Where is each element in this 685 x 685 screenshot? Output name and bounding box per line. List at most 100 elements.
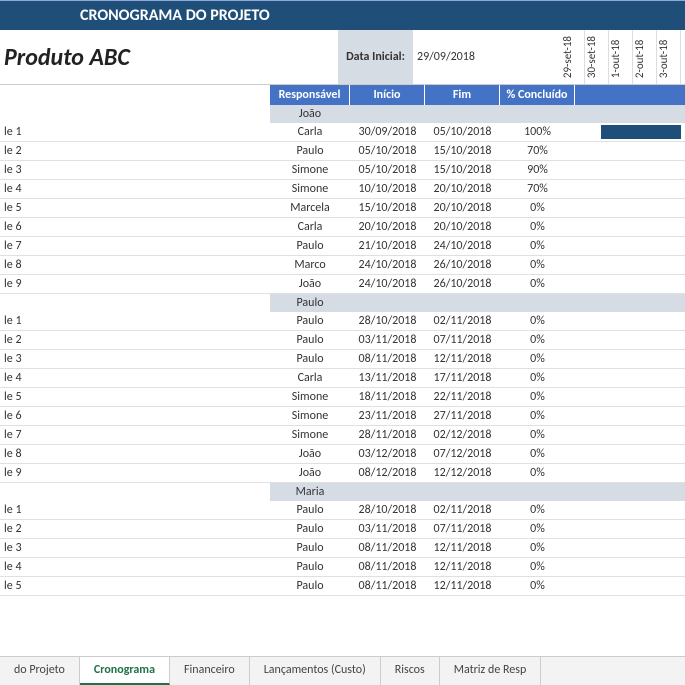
sheet-tab[interactable]: Financeiro <box>170 657 250 685</box>
table-row[interactable]: le 2Paulo03/11/201807/11/20180% <box>0 331 685 350</box>
sheet-tab[interactable]: Cronograma <box>80 657 170 685</box>
cell-pct: 0% <box>500 238 575 254</box>
cell-end: 12/11/2018 <box>425 351 500 367</box>
table-row[interactable]: le 8João03/12/201807/12/20180% <box>0 445 685 464</box>
cell-resp: Paulo <box>270 313 350 329</box>
cell-pct: 70% <box>500 143 575 159</box>
cell-resp: João <box>270 276 350 292</box>
cell-pct: 0% <box>500 389 575 405</box>
table-row[interactable]: le 7Simone28/11/201802/12/20180% <box>0 426 685 445</box>
cell-end: 20/10/2018 <box>425 200 500 216</box>
group-owner: João <box>270 105 350 123</box>
gantt-date: 29-set-18 <box>561 30 585 84</box>
header-responsavel: Responsável <box>270 85 350 105</box>
header-inicio: Início <box>350 85 425 105</box>
group-row: Paulo <box>0 294 685 312</box>
cell-start: 30/09/2018 <box>350 124 425 140</box>
table-row[interactable]: le 3Paulo08/11/201812/11/20180% <box>0 539 685 558</box>
cell-start: 03/11/2018 <box>350 521 425 537</box>
cell-resp: Paulo <box>270 332 350 348</box>
cell-end: 20/10/2018 <box>425 181 500 197</box>
cell-start: 10/10/2018 <box>350 181 425 197</box>
cell-resp: Marcela <box>270 200 350 216</box>
cell-resp: Carla <box>270 219 350 235</box>
table-row[interactable]: le 2Paulo05/10/201815/10/201870% <box>0 142 685 161</box>
table-row[interactable]: le 1Carla30/09/201805/10/2018100% <box>0 123 685 142</box>
table-row[interactable]: le 9João08/12/201812/12/20180% <box>0 464 685 483</box>
group-owner: Maria <box>270 483 350 501</box>
table-row[interactable]: le 7Paulo21/10/201824/10/20180% <box>0 237 685 256</box>
cell-start: 24/10/2018 <box>350 276 425 292</box>
cell-resp: Paulo <box>270 143 350 159</box>
sheet-tab[interactable]: Riscos <box>381 657 440 685</box>
cell-start: 08/11/2018 <box>350 351 425 367</box>
cell-pct: 0% <box>500 332 575 348</box>
cell-pct: 0% <box>500 257 575 273</box>
cell-start: 08/11/2018 <box>350 540 425 556</box>
cell-start: 05/10/2018 <box>350 162 425 178</box>
cell-task: le 3 <box>0 351 270 367</box>
sheet-tab[interactable]: Matriz de Resp <box>440 657 542 685</box>
group-owner: Paulo <box>270 294 350 312</box>
start-date-value: 29/09/2018 <box>413 30 491 84</box>
cell-resp: Paulo <box>270 559 350 575</box>
cell-end: 22/11/2018 <box>425 389 500 405</box>
cell-task: le 8 <box>0 257 270 273</box>
table-row[interactable]: le 2Paulo03/11/201807/11/20180% <box>0 520 685 539</box>
table-row[interactable]: le 1Paulo28/10/201802/11/20180% <box>0 312 685 331</box>
cell-pct: 0% <box>500 200 575 216</box>
cell-start: 23/11/2018 <box>350 408 425 424</box>
gantt-date-headers: 29-set-1830-set-181-out-182-out-183-out-… <box>561 30 681 84</box>
cell-resp: João <box>270 446 350 462</box>
sheet-tab[interactable]: Lançamentos (Custo) <box>250 657 381 685</box>
cell-task: le 7 <box>0 427 270 443</box>
table-row[interactable]: le 3Simone05/10/201815/10/201890% <box>0 161 685 180</box>
start-date-label: Data Inicial: <box>338 30 413 84</box>
table-row[interactable]: le 3Paulo08/11/201812/11/20180% <box>0 350 685 369</box>
cell-task: le 5 <box>0 200 270 216</box>
cell-start: 18/11/2018 <box>350 389 425 405</box>
cell-end: 12/11/2018 <box>425 559 500 575</box>
cell-pct: 100% <box>500 124 575 140</box>
cell-resp: Paulo <box>270 351 350 367</box>
cell-pct: 0% <box>500 408 575 424</box>
table-row[interactable]: le 4Simone10/10/201820/10/201870% <box>0 180 685 199</box>
cell-resp: Carla <box>270 124 350 140</box>
cell-end: 02/11/2018 <box>425 313 500 329</box>
cell-task: le 4 <box>0 181 270 197</box>
group-row: Maria <box>0 483 685 501</box>
table-row[interactable]: le 5Marcela15/10/201820/10/20180% <box>0 199 685 218</box>
cell-start: 08/11/2018 <box>350 559 425 575</box>
cell-resp: Carla <box>270 370 350 386</box>
cell-pct: 0% <box>500 219 575 235</box>
table-row[interactable]: le 4Paulo08/11/201812/11/20180% <box>0 558 685 577</box>
cell-end: 20/10/2018 <box>425 219 500 235</box>
cell-task: le 1 <box>0 313 270 329</box>
header-pct: % Concluído <box>500 85 575 105</box>
cell-end: 07/12/2018 <box>425 446 500 462</box>
cell-task: le 4 <box>0 559 270 575</box>
cell-task: le 2 <box>0 521 270 537</box>
cell-resp: João <box>270 465 350 481</box>
table-row[interactable]: le 4Carla13/11/201817/11/20180% <box>0 369 685 388</box>
cell-start: 03/12/2018 <box>350 446 425 462</box>
cell-resp: Paulo <box>270 502 350 518</box>
sheet-tab[interactable]: do Projeto <box>0 657 80 685</box>
table-row[interactable]: le 1Paulo28/10/201802/11/20180% <box>0 501 685 520</box>
cell-resp: Simone <box>270 408 350 424</box>
table-row[interactable]: le 6Simone23/11/201827/11/20180% <box>0 407 685 426</box>
table-row[interactable]: le 5Paulo08/11/201812/11/20180% <box>0 577 685 596</box>
table-row[interactable]: le 9João24/10/201826/10/20180% <box>0 275 685 294</box>
table-row[interactable]: le 6Carla20/10/201820/10/20180% <box>0 218 685 237</box>
cell-task: le 9 <box>0 276 270 292</box>
cell-resp: Simone <box>270 162 350 178</box>
cell-pct: 90% <box>500 162 575 178</box>
cell-end: 12/11/2018 <box>425 578 500 594</box>
cell-pct: 0% <box>500 502 575 518</box>
cell-pct: 0% <box>500 276 575 292</box>
table-row[interactable]: le 5Simone18/11/201822/11/20180% <box>0 388 685 407</box>
cell-end: 26/10/2018 <box>425 276 500 292</box>
cell-task: le 6 <box>0 408 270 424</box>
table-row[interactable]: le 8Marco24/10/201826/10/20180% <box>0 256 685 275</box>
cell-pct: 0% <box>500 540 575 556</box>
